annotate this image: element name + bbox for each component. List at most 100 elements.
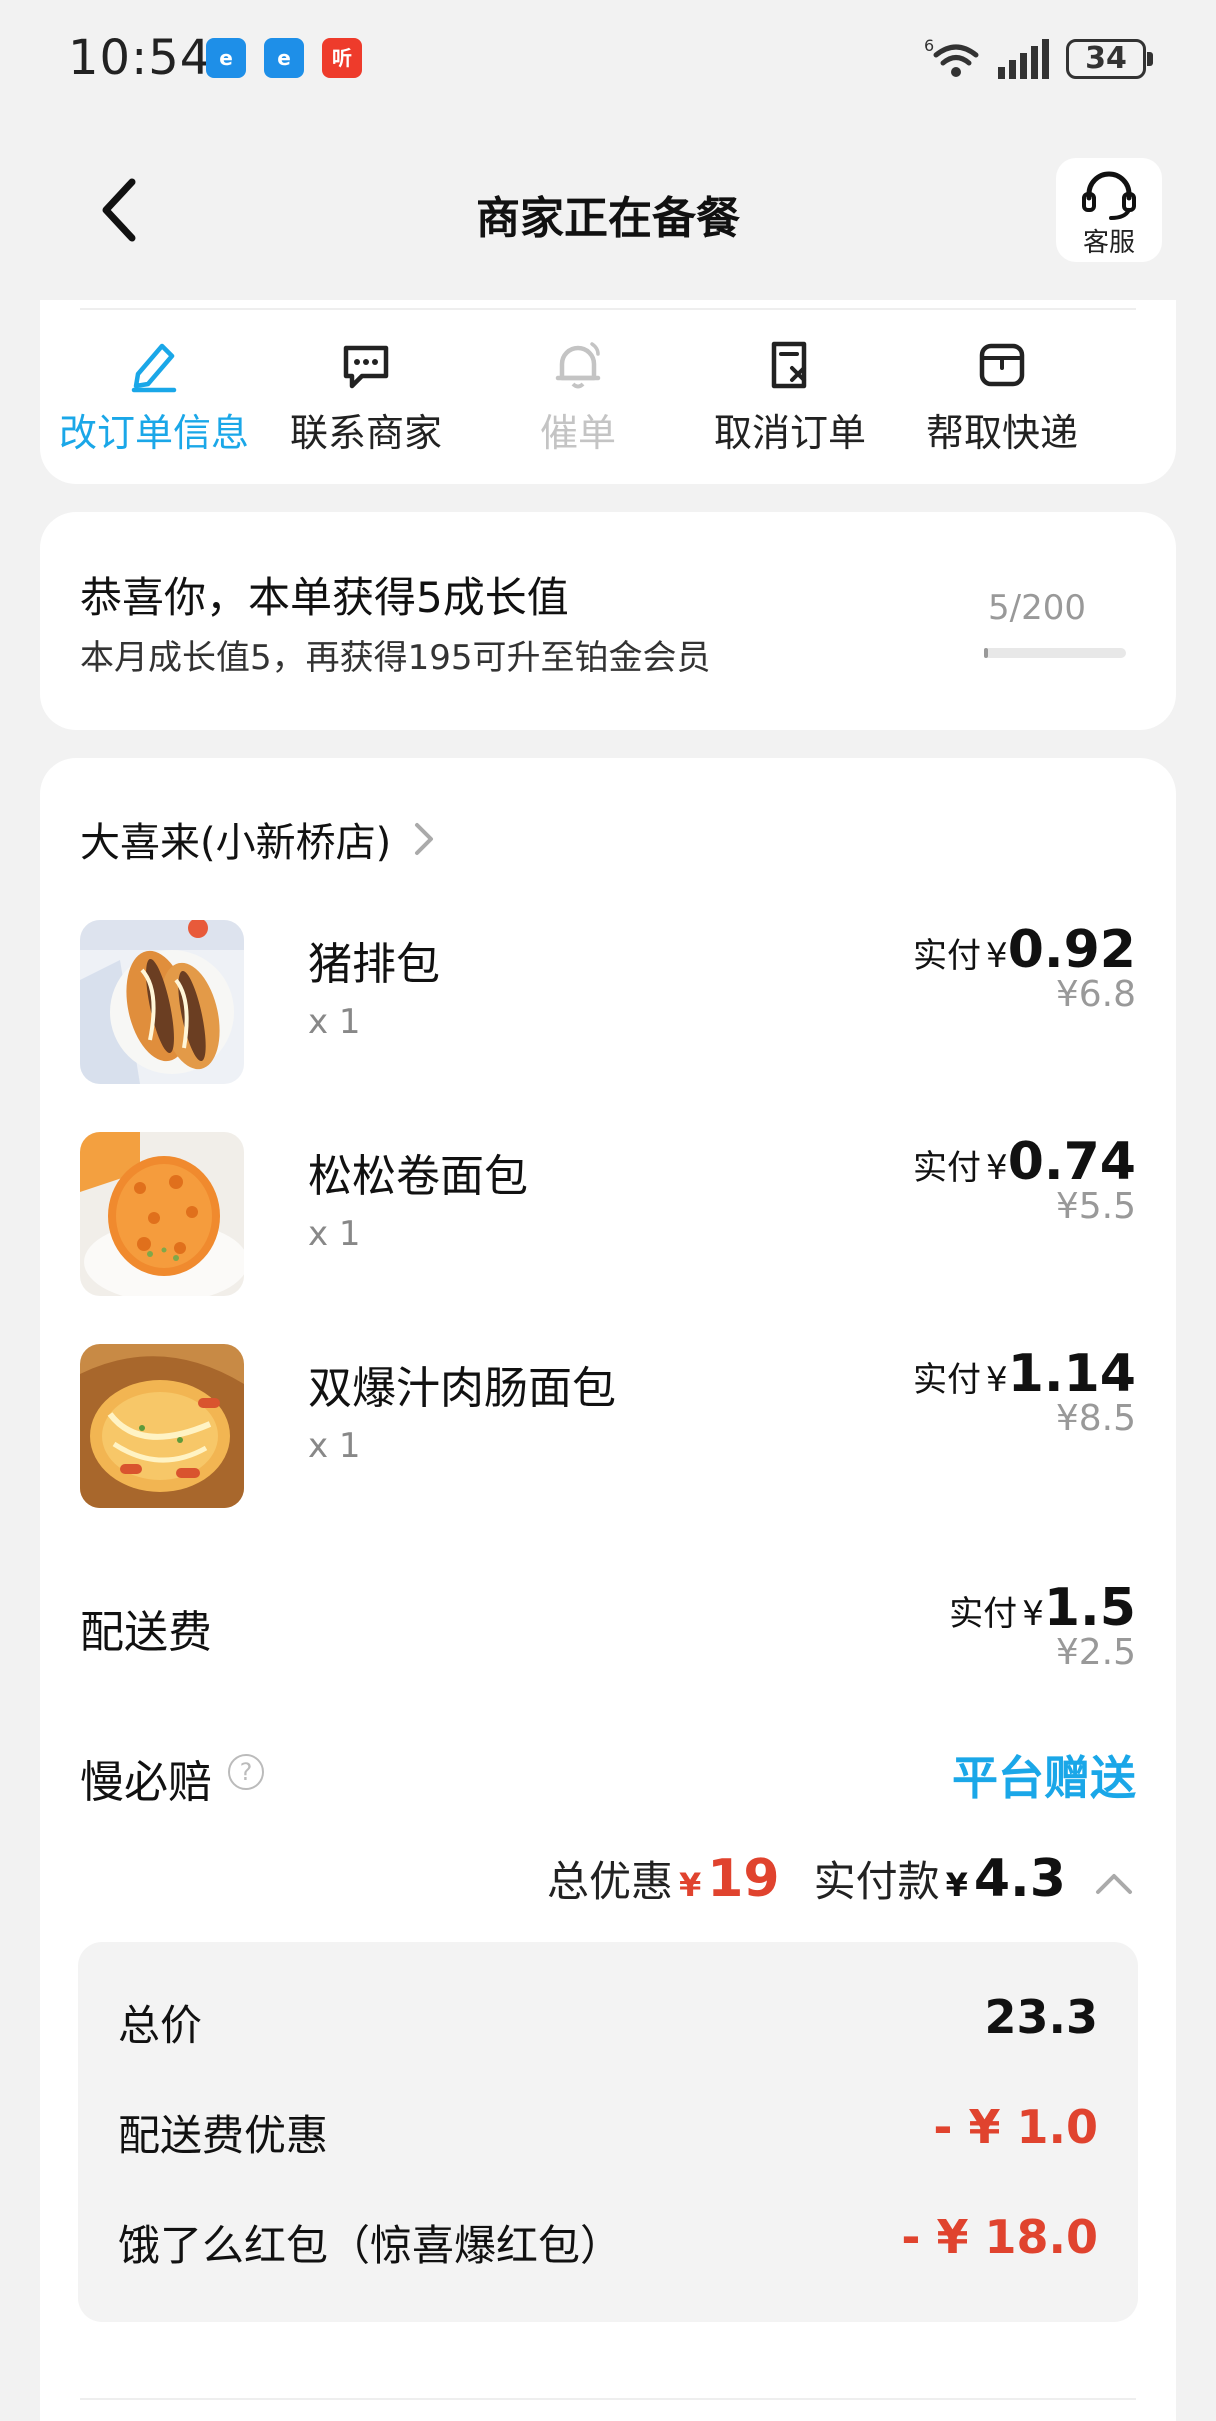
total-discount-amount: 19: [707, 1849, 780, 1909]
original-price: ¥6.8: [1055, 974, 1136, 1015]
chevron-up-icon[interactable]: [1092, 1868, 1136, 1898]
growth-subtitle: 本月成长值5，再获得195可升至铂金会员: [80, 638, 711, 678]
action-label: 改订单信息: [58, 411, 249, 455]
divider: [80, 2398, 1136, 2400]
paid-amount: 1.5: [1043, 1578, 1136, 1638]
breakdown-value: - ¥ 1.0: [933, 2100, 1098, 2154]
customer-service-label: 客服: [1082, 228, 1135, 258]
help-icon[interactable]: ?: [228, 1754, 264, 1790]
total-discount-label: 总优惠: [546, 1857, 673, 1906]
currency-symbol: ¥: [986, 1148, 1008, 1188]
list-item[interactable]: 松松卷面包 x 1 实付 ¥0.74 ¥5.5: [80, 1132, 1136, 1296]
paid-amount: 1.14: [1007, 1344, 1136, 1404]
price-block: 实付 ¥1.14 ¥8.5: [913, 1344, 1136, 1439]
product-image: [80, 1132, 244, 1296]
growth-points-card[interactable]: 恭喜你，本单获得5成长值 本月成长值5，再获得195可升至铂金会员 5/200: [40, 512, 1176, 730]
order-total-summary[interactable]: 总优惠 ¥ 19 实付款 ¥ 4.3: [547, 1848, 1136, 1918]
eleme-app-icon: e: [206, 38, 246, 78]
growth-title: 恭喜你，本单获得5成长值: [80, 573, 569, 622]
breakdown-label: 总价: [118, 2001, 203, 2050]
shop-link[interactable]: 大喜来(小新桥店): [80, 810, 443, 868]
svg-text:6: 6: [924, 37, 934, 55]
cancel-doc-icon: [771, 341, 807, 389]
breakdown-label: 饿了么红包（惊喜爆红包）: [118, 2221, 623, 2270]
original-price: ¥5.5: [1055, 1186, 1136, 1227]
paid-label: 实付: [912, 1360, 981, 1400]
eleme-app-icon: e: [264, 38, 304, 78]
currency-symbol: ¥: [986, 936, 1008, 976]
growth-count: 5/200: [988, 588, 1086, 628]
paid-total-label: 实付款: [813, 1857, 940, 1906]
currency-symbol: ¥: [678, 1866, 702, 1904]
product-name: 猪排包: [308, 939, 440, 990]
delivery-fee-label: 配送费: [80, 1607, 212, 1658]
paid-label: 实付: [949, 1594, 1018, 1634]
customer-service-button[interactable]: 客服: [1056, 158, 1162, 262]
slow-compensation-label: 慢必赔: [80, 1757, 212, 1808]
package-icon: [979, 343, 1025, 387]
breakdown-row: 配送费优惠 - ¥ 1.0: [118, 2092, 1098, 2162]
status-time: 10:54: [68, 30, 212, 86]
cancel-order-button[interactable]: 取消订单: [684, 336, 896, 457]
price-breakdown: 总价 23.3 配送费优惠 - ¥ 1.0 饿了么红包（惊喜爆红包） - ¥ 1…: [78, 1942, 1138, 2322]
urge-order-button[interactable]: 催单: [472, 336, 684, 457]
action-label: 取消订单: [713, 411, 866, 455]
slow-compensation-value: 平台赠送: [952, 1751, 1136, 1805]
product-quantity: x 1: [308, 1426, 361, 1466]
pickup-package-button[interactable]: 帮取快递: [896, 336, 1108, 457]
breakdown-label: 配送费优惠: [118, 2111, 329, 2160]
paid-label: 实付: [912, 936, 981, 976]
currency-symbol: ¥: [1022, 1594, 1044, 1634]
price-block: 实付 ¥0.92 ¥6.8: [913, 920, 1136, 1015]
chat-icon: [343, 345, 389, 389]
product-image: [80, 920, 244, 1084]
divider: [80, 308, 1136, 310]
slow-compensation-row: 慢必赔 ? 平台赠送: [80, 1738, 1136, 1808]
order-detail-card: 大喜来(小新桥店) 猪排包 x 1 实付 ¥0.92 ¥6.8 松松卷面包 x …: [40, 758, 1176, 2421]
price-block: 实付 ¥0.74 ¥5.5: [913, 1132, 1136, 1227]
breakdown-row: 饿了么红包（惊喜爆红包） - ¥ 18.0: [118, 2202, 1098, 2272]
page-title: 商家正在备餐: [476, 193, 740, 244]
breakdown-value: 23.3: [984, 1990, 1099, 2044]
edit-order-button[interactable]: 改订单信息: [48, 336, 260, 457]
order-actions: 改订单信息 联系商家 催单 取消订单 帮取快递: [40, 336, 1176, 457]
action-label: 帮取快递: [925, 411, 1078, 455]
paid-total-amount: 4.3: [973, 1849, 1066, 1909]
bell-icon: [555, 342, 601, 389]
action-label: 催单: [539, 411, 616, 455]
product-quantity: x 1: [308, 1214, 361, 1254]
list-item[interactable]: 猪排包 x 1 实付 ¥0.92 ¥6.8: [80, 920, 1136, 1084]
action-label: 联系商家: [289, 411, 442, 455]
paid-amount: 0.74: [1007, 1132, 1136, 1192]
navigation-bar: 商家正在备餐 客服: [0, 140, 1216, 280]
listen-app-icon: 听: [322, 38, 362, 78]
status-indicators: 6 34: [924, 34, 1153, 84]
headset-icon: [1082, 171, 1136, 220]
paid-amount: 0.92: [1007, 920, 1136, 980]
currency-symbol: ¥: [986, 1360, 1008, 1400]
paid-label: 实付: [912, 1148, 981, 1188]
chevron-right-icon: [415, 823, 434, 855]
product-image: [80, 1344, 244, 1508]
currency-symbol: ¥: [945, 1866, 968, 1904]
list-item[interactable]: 双爆汁肉肠面包 x 1 实付 ¥1.14 ¥8.5: [80, 1344, 1136, 1508]
battery-icon: 34: [1066, 39, 1153, 79]
growth-progress-bar: [984, 648, 1126, 658]
original-price: ¥8.5: [1055, 1398, 1136, 1439]
wifi-icon: 6: [924, 37, 979, 77]
product-quantity: x 1: [308, 1002, 361, 1042]
growth-progress-fill: [984, 648, 988, 658]
contact-merchant-button[interactable]: 联系商家: [260, 336, 472, 457]
shop-name: 大喜来(小新桥店): [80, 820, 392, 866]
order-actions-card: 改订单信息 联系商家 催单 取消订单 帮取快递: [40, 300, 1176, 484]
original-price: ¥2.5: [1055, 1632, 1136, 1673]
product-name: 松松卷面包: [308, 1151, 528, 1202]
breakdown-value: - ¥ 18.0: [901, 2210, 1098, 2264]
signal-icon: [998, 39, 1049, 79]
product-name: 双爆汁肉肠面包: [308, 1363, 616, 1414]
delivery-fee-row: 配送费 实付 ¥1.5 ¥2.5: [80, 1578, 1136, 1698]
status-bar: 10:54 e e 听 6 34: [0, 0, 1216, 120]
price-block: 实付 ¥1.5 ¥2.5: [949, 1578, 1136, 1673]
edit-icon: [131, 343, 177, 393]
breakdown-row: 总价 23.3: [118, 1982, 1098, 2052]
